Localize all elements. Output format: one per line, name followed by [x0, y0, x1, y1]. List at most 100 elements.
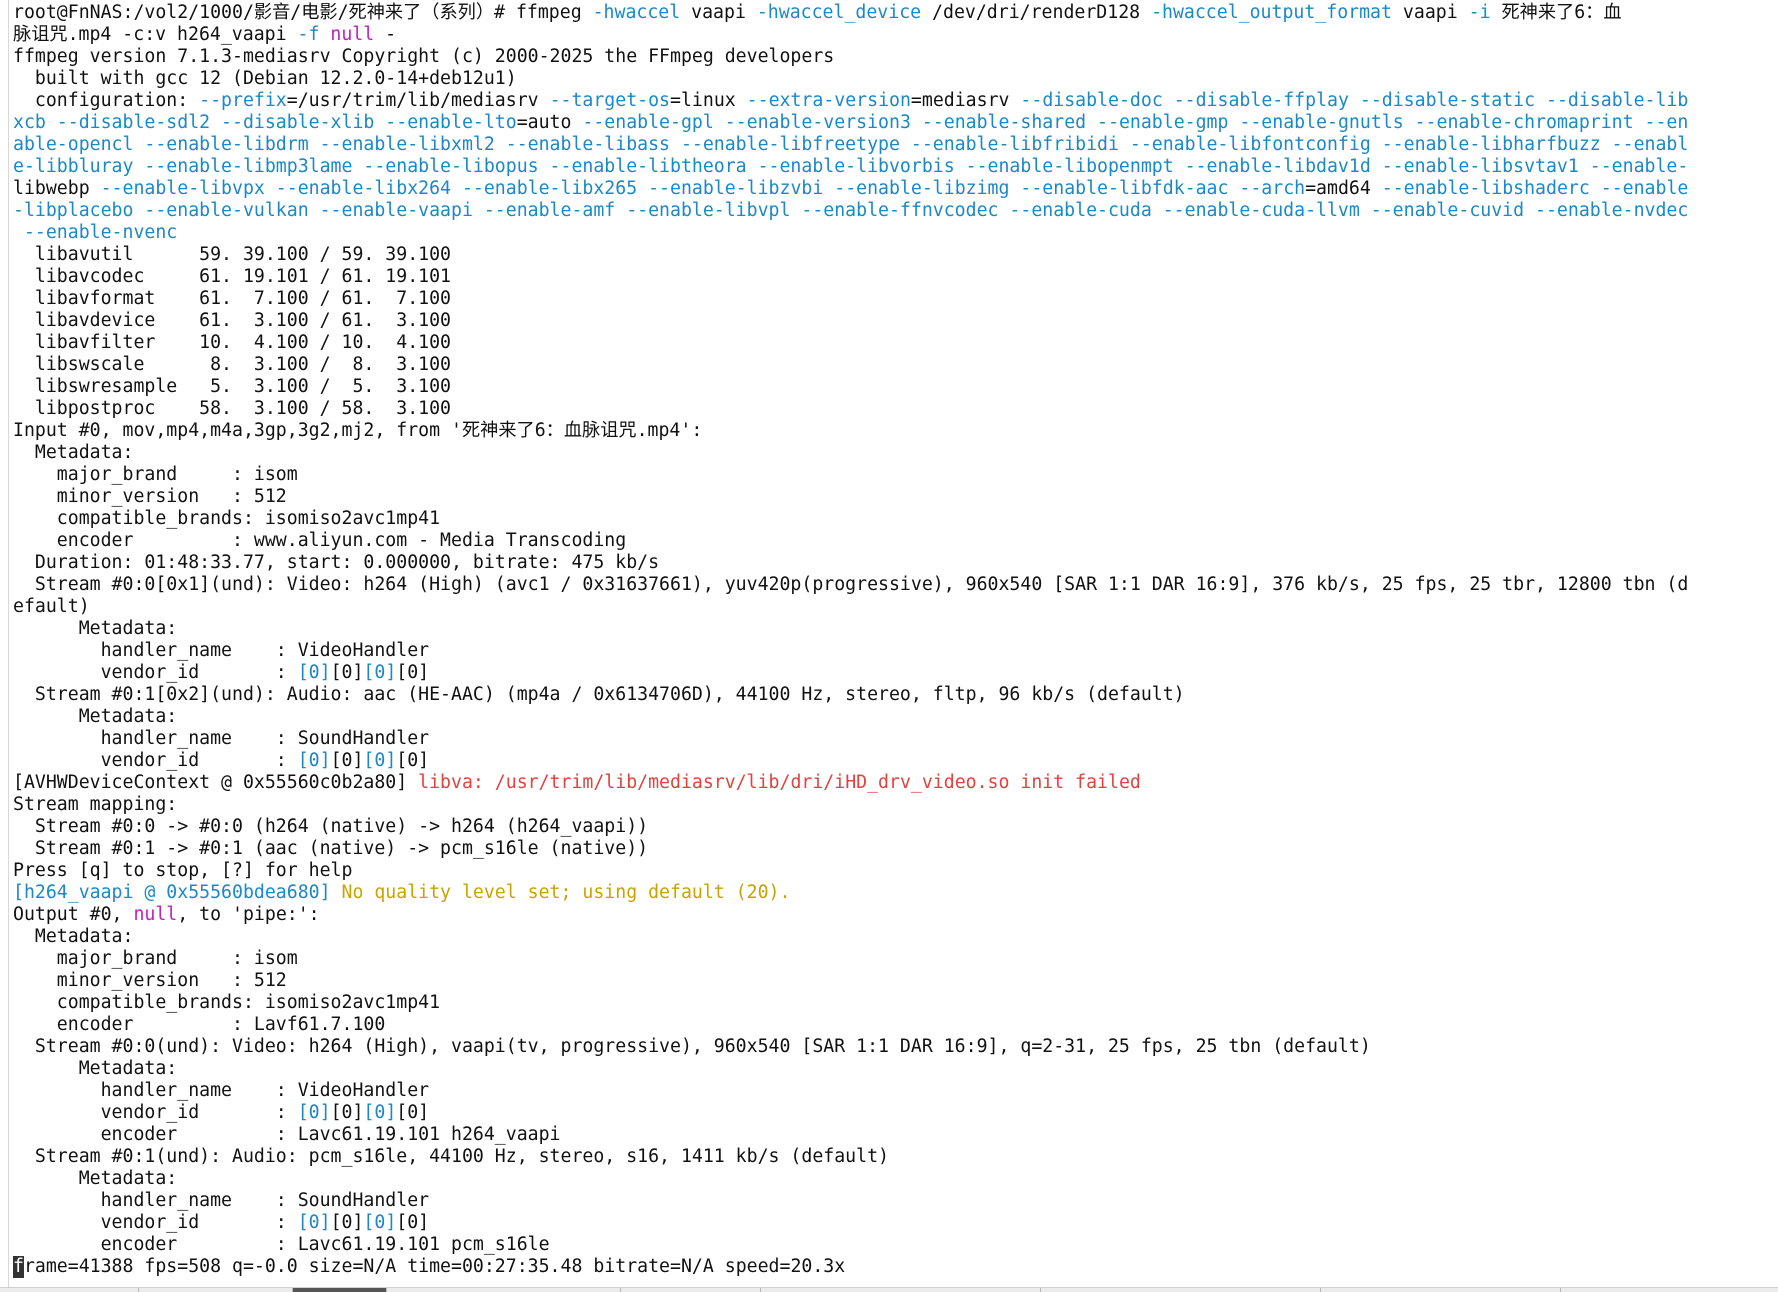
option-flag: --extra-version — [746, 90, 911, 111]
option-flag: able-opencl --enable-libdrm --enable-lib… — [13, 134, 1689, 155]
option-flag: --enable-libshaderc --enable — [1381, 178, 1689, 199]
output-text: libavfilter 10. 4.100 / 10. 4.100 — [13, 332, 451, 353]
option-flag: [0] — [363, 662, 397, 683]
terminal-line: -libplacebo --enable-vulkan --enable-vaa… — [13, 200, 1753, 222]
terminal-line: Metadata: — [13, 442, 1753, 464]
output-text: Metadata: — [13, 1058, 178, 1079]
terminal-output[interactable]: root@FnNAS:/vol2/1000/影音/电影/死神来了（系列）# ff… — [13, 2, 1753, 1278]
terminal-line: libavformat 61. 7.100 / 61. 7.100 — [13, 288, 1753, 310]
terminal-line: configuration: --prefix=/usr/trim/lib/me… — [13, 90, 1753, 112]
option-flag: [0] — [297, 1102, 331, 1123]
output-text: =linux — [670, 90, 747, 111]
scrollbar-thumb[interactable] — [292, 1288, 386, 1292]
output-text: encoder : Lavc61.19.101 h264_vaapi — [13, 1124, 561, 1145]
option-flag: -libplacebo --enable-vulkan --enable-vaa… — [13, 200, 1689, 221]
terminal-line: vendor_id : [0][0][0][0] — [13, 1212, 1753, 1234]
option-flag: [0] — [363, 1102, 397, 1123]
terminal-line: vendor_id : [0][0][0][0] — [13, 750, 1753, 772]
terminal-line: xcb --disable-sdl2 --disable-xlib --enab… — [13, 112, 1753, 134]
output-text: 脉诅咒.mp4 -c:v h264_vaapi — [13, 24, 298, 45]
terminal-line: Stream mapping: — [13, 794, 1753, 816]
terminal-window[interactable]: root@FnNAS:/vol2/1000/影音/电影/死神来了（系列）# ff… — [8, 0, 1775, 1290]
output-text: [0] — [396, 1102, 430, 1123]
scrollbar-tick — [1040, 1288, 1041, 1292]
output-text: libavformat 61. 7.100 / 61. 7.100 — [13, 288, 451, 309]
option-flag: --disable-doc --disable-ffplay --disable… — [1020, 90, 1689, 111]
output-text: Stream #0:0[0x1](und): Video: h264 (High… — [13, 574, 1689, 595]
output-text: compatible_brands: isomiso2avc1mp41 — [13, 992, 441, 1013]
option-flag: -i — [1468, 2, 1491, 23]
output-text: vendor_id : — [13, 750, 298, 771]
output-text: =/usr/trim/lib/mediasrv — [286, 90, 550, 111]
output-text: =auto — [516, 112, 583, 133]
output-text: major_brand : isom — [13, 464, 298, 485]
output-text: Stream mapping: — [13, 794, 178, 815]
terminal-line: compatible_brands: isomiso2avc1mp41 — [13, 508, 1753, 530]
option-flag: xcb --disable-sdl2 --disable-xlib --enab… — [13, 112, 517, 133]
output-text: ffmpeg version 7.1.3-mediasrv Copyright … — [13, 46, 835, 67]
output-text: configuration: — [13, 90, 200, 111]
output-text: /dev/dri/renderD128 — [921, 2, 1152, 23]
output-text: libwebp — [13, 178, 101, 199]
terminal-line: Stream #0:1(und): Audio: pcm_s16le, 4410… — [13, 1146, 1753, 1168]
output-text: libpostproc 58. 3.100 / 58. 3.100 — [13, 398, 451, 419]
output-text: Metadata: — [13, 1168, 178, 1189]
terminal-line: --enable-nvenc — [13, 222, 1753, 244]
terminal-line: libswresample 5. 3.100 / 5. 3.100 — [13, 376, 1753, 398]
output-text: Metadata: — [13, 706, 178, 727]
option-flag: [0] — [363, 750, 397, 771]
terminal-line: encoder : www.aliyun.com - Media Transco… — [13, 530, 1753, 552]
terminal-line: Stream #0:0 -> #0:0 (h264 (native) -> h2… — [13, 816, 1753, 838]
terminal-line: libavfilter 10. 4.100 / 10. 4.100 — [13, 332, 1753, 354]
terminal-line: root@FnNAS:/vol2/1000/影音/电影/死神来了（系列）# ff… — [13, 2, 1753, 24]
terminal-line: minor_version : 512 — [13, 970, 1753, 992]
output-text: =amd64 — [1305, 178, 1382, 199]
output-text: vendor_id : — [13, 662, 298, 683]
output-text: 死神来了6：血 — [1490, 2, 1622, 23]
output-text: Stream #0:1[0x2](und): Audio: aac (HE-AA… — [13, 684, 1185, 705]
output-text: Press [q] to stop, [?] for help — [13, 860, 353, 881]
option-flag: [0] — [297, 1212, 331, 1233]
option-flag: -hwaccel — [592, 2, 681, 23]
output-text: libavutil 59. 39.100 / 59. 39.100 — [13, 244, 451, 265]
output-text: vendor_id : — [13, 1102, 298, 1123]
terminal-line: Stream #0:1[0x2](und): Audio: aac (HE-AA… — [13, 684, 1753, 706]
terminal-line: libpostproc 58. 3.100 / 58. 3.100 — [13, 398, 1753, 420]
output-text: [0] — [396, 750, 430, 771]
option-flag: --enable-nvenc — [13, 222, 178, 243]
output-text: - — [374, 24, 397, 45]
bottom-scrollbar[interactable] — [0, 1287, 1778, 1292]
output-text: minor_version : 512 — [13, 486, 287, 507]
output-text: Duration: 01:48:33.77, start: 0.000000, … — [13, 552, 660, 573]
output-text: [0] — [396, 662, 430, 683]
terminal-line: vendor_id : [0][0][0][0] — [13, 662, 1753, 684]
output-text: Output #0, — [13, 904, 134, 925]
terminal-line: [h264_vaapi @ 0x55560bdea680] No quality… — [13, 882, 1753, 904]
output-text: [0] — [330, 662, 364, 683]
terminal-line: Duration: 01:48:33.77, start: 0.000000, … — [13, 552, 1753, 574]
terminal-line: Output #0, null, to 'pipe:': — [13, 904, 1753, 926]
option-flag: --target-os — [549, 90, 671, 111]
warning-message: No quality level set; using default (20)… — [341, 882, 791, 903]
output-text: major_brand : isom — [13, 948, 298, 969]
output-text: rame=41388 fps=508 q=-0.0 size=N/A time=… — [23, 1256, 846, 1277]
option-flag: --prefix — [199, 90, 287, 111]
option-flag: [0] — [363, 1212, 397, 1233]
terminal-line: libavcodec 61. 19.101 / 61. 19.101 — [13, 266, 1753, 288]
terminal-line: e-libbluray --enable-libmp3lame --enable… — [13, 156, 1753, 178]
null-keyword: null — [133, 904, 178, 925]
output-text: Input #0, mov,mp4,m4a,3gp,3g2,mj2, from … — [13, 420, 703, 441]
terminal-line: Press [q] to stop, [?] for help — [13, 860, 1753, 882]
output-text: =mediasrv — [910, 90, 1021, 111]
output-text: [AVHWDeviceContext @ 0x55560c0b2a80] — [13, 772, 419, 793]
output-text: [0] — [330, 1212, 364, 1233]
terminal-line: minor_version : 512 — [13, 486, 1753, 508]
scrollbar-tick — [620, 1288, 621, 1292]
terminal-line: Metadata: — [13, 1168, 1753, 1190]
output-text: vaapi — [1391, 2, 1469, 23]
null-keyword: null — [330, 24, 375, 45]
terminal-line: frame=41388 fps=508 q=-0.0 size=N/A time… — [13, 1256, 1753, 1278]
terminal-line: Input #0, mov,mp4,m4a,3gp,3g2,mj2, from … — [13, 420, 1753, 442]
error-message: libva: /usr/trim/lib/mediasrv/lib/dri/iH… — [418, 772, 1141, 793]
terminal-line: ffmpeg version 7.1.3-mediasrv Copyright … — [13, 46, 1753, 68]
